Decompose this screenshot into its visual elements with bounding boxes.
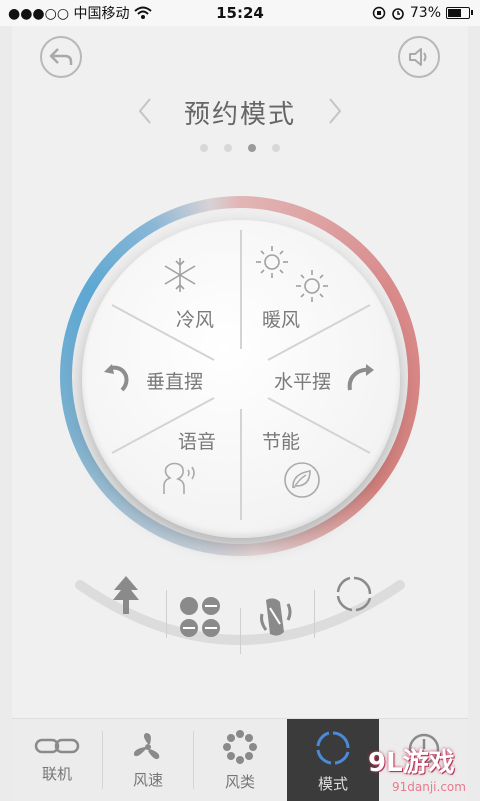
back-button[interactable] — [40, 36, 82, 78]
tab-label: 联机 — [41, 765, 72, 783]
segment-label: 垂直摆 — [146, 371, 204, 393]
sound-button[interactable] — [398, 36, 440, 78]
link-icon — [34, 738, 80, 754]
rotate-left-icon — [104, 364, 129, 392]
tab-wind-type[interactable]: 风类 — [194, 719, 286, 801]
refresh-circle-icon — [336, 576, 372, 612]
snowflake-icon — [164, 258, 196, 292]
leaf-icon — [284, 462, 320, 498]
four-circles-icon — [180, 597, 220, 637]
page-dot — [200, 144, 208, 152]
mode-title-row: 预约模式 — [0, 90, 480, 130]
speaker-icon — [409, 48, 427, 66]
mode-separator — [314, 590, 315, 638]
watermark-logo: 9L游戏 91danji.com — [362, 742, 472, 800]
swing-icon — [260, 598, 292, 636]
segment-label: 节能 — [262, 431, 301, 453]
segment-label: 水平摆 — [274, 371, 332, 393]
watermark-url: 91danji.com — [392, 780, 466, 794]
segment-label: 暖风 — [262, 309, 301, 331]
voice-person-icon — [163, 462, 195, 494]
tab-label: 风类 — [224, 773, 255, 791]
page-dot — [224, 144, 232, 152]
segment-label: 冷风 — [176, 309, 215, 331]
mode-ring-icon — [316, 731, 350, 765]
sun-icon — [256, 246, 328, 302]
mode-button-4[interactable] — [334, 574, 374, 618]
status-bar: ●●●○○ 中国移动 15:24 73% — [0, 0, 480, 26]
battery-icon — [446, 7, 473, 19]
page-dot — [272, 144, 280, 152]
tree-arrow-icon — [113, 576, 139, 614]
rotation-lock-icon — [372, 6, 386, 20]
fan-icon — [133, 733, 160, 760]
mode-button-1[interactable] — [108, 574, 144, 620]
tab-link[interactable]: 联机 — [12, 719, 102, 801]
page-dot — [248, 144, 256, 152]
segment-label: 语音 — [178, 431, 217, 453]
watermark-brand: 9L游戏 — [368, 748, 455, 778]
mode-button-2[interactable] — [178, 595, 222, 643]
back-arrow-icon — [49, 48, 73, 65]
tab-label: 模式 — [317, 775, 348, 793]
tab-label: 风速 — [132, 771, 163, 789]
mode-button-3[interactable] — [258, 594, 294, 644]
chevron-right-icon[interactable] — [326, 96, 344, 126]
battery-percent: 73% — [409, 5, 441, 21]
mode-separator — [166, 590, 167, 638]
rotate-right-icon — [347, 364, 374, 391]
dots-ring-icon — [223, 730, 257, 764]
page-indicator — [0, 144, 480, 152]
page-title: 预约模式 — [183, 100, 296, 130]
tab-fan-speed[interactable]: 风速 — [103, 719, 193, 801]
mode-separator — [240, 608, 241, 654]
alarm-icon — [392, 8, 404, 20]
